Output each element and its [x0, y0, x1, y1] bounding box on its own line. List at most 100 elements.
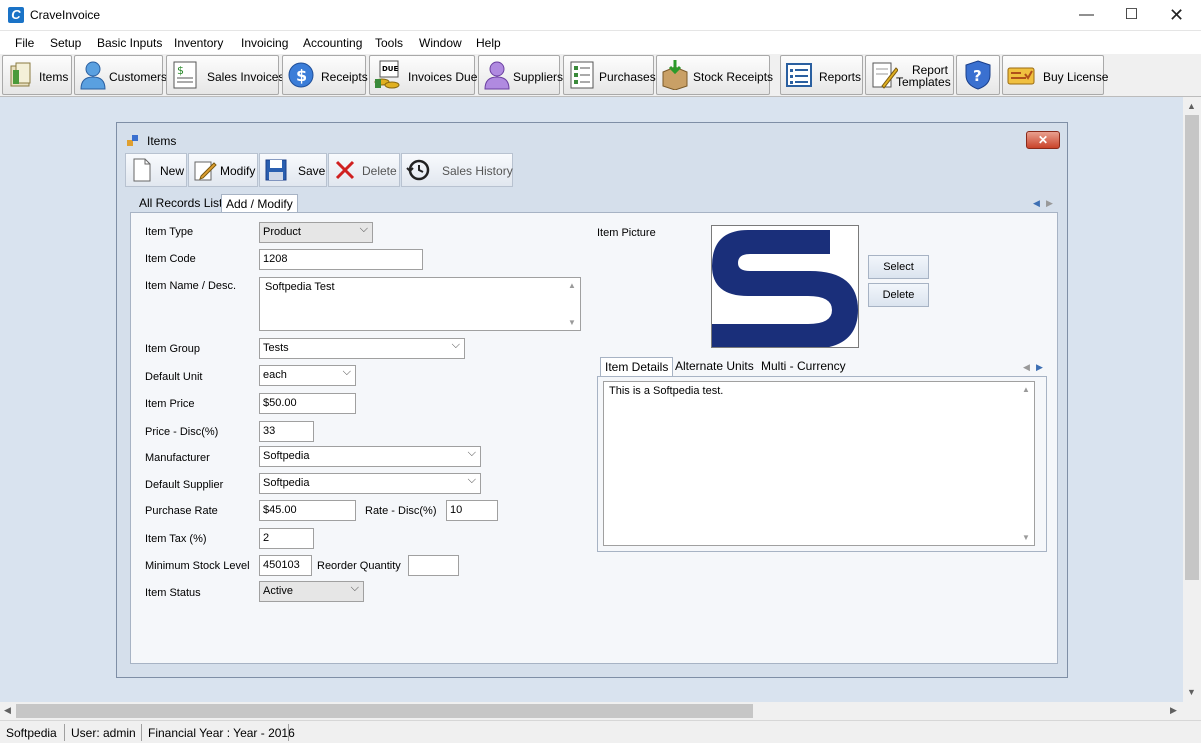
- delete-x-icon: [335, 160, 355, 180]
- item-code-field[interactable]: 1208: [259, 249, 423, 270]
- new-document-icon: [133, 158, 151, 182]
- menu-window[interactable]: Window: [419, 36, 462, 50]
- item-price-field[interactable]: $50.00: [259, 393, 356, 414]
- help-button[interactable]: ?: [956, 55, 1000, 95]
- title-bar: C CraveInvoice — ☐ ✕: [0, 0, 1201, 31]
- status-company: Softpedia: [6, 726, 57, 740]
- item-type-dropdown[interactable]: Product ⌵: [259, 222, 373, 243]
- new-label: New: [160, 164, 185, 178]
- item-status-dropdown[interactable]: Active ⌵: [259, 581, 364, 602]
- save-label: Save: [298, 164, 326, 178]
- menu-basic-inputs[interactable]: Basic Inputs: [97, 36, 162, 50]
- menu-setup[interactable]: Setup: [50, 36, 81, 50]
- maximize-button[interactable]: ☐: [1109, 0, 1154, 30]
- chevron-down-icon: ⌵: [467, 447, 476, 459]
- buy-license-button[interactable]: Buy License: [1002, 55, 1108, 95]
- tab-all-records-list[interactable]: All Records List: [135, 194, 226, 212]
- floppy-disk-icon: [265, 159, 287, 181]
- manufacturer-dropdown[interactable]: Softpedia ⌵: [259, 446, 481, 467]
- item-status-value: Active: [263, 585, 293, 597]
- tab-item-details[interactable]: Item Details: [600, 357, 674, 377]
- invoices-due-button[interactable]: DUE Invoices Due: [369, 55, 477, 95]
- select-picture-button[interactable]: Select: [868, 255, 929, 279]
- purchases-button[interactable]: Purchases: [563, 55, 656, 95]
- customers-label: Customers: [109, 70, 168, 84]
- item-picture-label: Item Picture: [597, 227, 656, 239]
- items-button[interactable]: Items: [2, 55, 72, 95]
- tab-add-modify[interactable]: Add / Modify: [221, 194, 298, 214]
- purchase-rate-field[interactable]: $45.00: [259, 500, 356, 521]
- scroll-up-icon[interactable]: ▲: [568, 281, 576, 290]
- default-supplier-dropdown[interactable]: Softpedia ⌵: [259, 473, 481, 494]
- sales-history-button[interactable]: Sales History: [401, 153, 513, 187]
- suppliers-button[interactable]: Suppliers: [478, 55, 563, 95]
- price-disc-field[interactable]: 33: [259, 421, 314, 442]
- menu-file[interactable]: File: [15, 36, 34, 50]
- scroll-up-icon[interactable]: ▲: [1022, 385, 1030, 394]
- dollar-coin-icon: $: [288, 62, 314, 88]
- menu-invoicing[interactable]: Invoicing: [241, 36, 288, 50]
- items-window-close-button[interactable]: ✕: [1026, 131, 1060, 149]
- scroll-down-icon[interactable]: ▼: [1187, 687, 1196, 697]
- edit-pencil-icon: [194, 161, 217, 181]
- svg-text:$: $: [177, 64, 184, 77]
- reorder-qty-field[interactable]: [408, 555, 459, 576]
- svg-text:$: $: [296, 66, 307, 85]
- delete-picture-button[interactable]: Delete: [868, 283, 929, 307]
- menu-bar: File Setup Basic Inputs Inventory Invoic…: [0, 32, 1201, 54]
- item-group-dropdown[interactable]: Tests ⌵: [259, 338, 465, 359]
- save-button[interactable]: Save: [259, 153, 327, 187]
- scroll-down-icon[interactable]: ▼: [1022, 533, 1030, 542]
- item-name-label: Item Name / Desc.: [145, 280, 237, 292]
- rate-disc-field[interactable]: 10: [446, 500, 498, 521]
- customers-button[interactable]: Customers: [74, 55, 167, 95]
- vertical-scroll-thumb[interactable]: [1185, 115, 1199, 580]
- minimize-button[interactable]: —: [1064, 0, 1109, 30]
- item-group-label: Item Group: [145, 343, 201, 355]
- menu-accounting[interactable]: Accounting: [303, 36, 362, 50]
- vertical-scrollbar[interactable]: ▲ ▼: [1183, 97, 1201, 702]
- item-details-scrollbar[interactable]: ▲ ▼: [1018, 382, 1034, 545]
- tab-scroll-right-icon[interactable]: ▶: [1046, 198, 1053, 209]
- chevron-down-icon: ⌵: [359, 223, 368, 235]
- history-clock-icon: [406, 159, 430, 181]
- item-name-scrollbar[interactable]: ▲ ▼: [564, 278, 580, 330]
- item-name-field[interactable]: Softpedia Test ▲ ▼: [259, 277, 581, 331]
- tab-scroll-left-icon[interactable]: ◀: [1033, 198, 1040, 209]
- receipts-button[interactable]: $ Receipts: [282, 55, 368, 95]
- min-stock-label: Minimum Stock Level: [145, 560, 250, 572]
- scroll-up-icon[interactable]: ▲: [1187, 101, 1196, 111]
- item-details-field[interactable]: This is a Softpedia test. ▲ ▼: [603, 381, 1035, 546]
- tab-alternate-units[interactable]: Alternate Units: [671, 357, 758, 375]
- min-stock-field[interactable]: 450103: [259, 555, 312, 576]
- sales-invoices-button[interactable]: $ Sales Invoices: [166, 55, 284, 95]
- menu-tools[interactable]: Tools: [375, 36, 403, 50]
- items-window-title: Items: [147, 134, 177, 148]
- close-button[interactable]: ✕: [1154, 0, 1199, 30]
- menu-inventory[interactable]: Inventory: [174, 36, 223, 50]
- price-disc-label: Price - Disc(%): [145, 426, 219, 438]
- stock-receipts-button[interactable]: Stock Receipts: [656, 55, 773, 95]
- scroll-right-icon[interactable]: ▶: [1170, 705, 1177, 716]
- delete-button[interactable]: Delete: [328, 153, 400, 187]
- receipts-label: Receipts: [321, 70, 368, 84]
- new-button[interactable]: New: [125, 153, 187, 187]
- modify-button[interactable]: Modify: [188, 153, 258, 187]
- report-templates-button[interactable]: Report Templates: [865, 55, 954, 95]
- detail-tab-right-icon[interactable]: ▶: [1036, 362, 1043, 373]
- scroll-left-icon[interactable]: ◀: [4, 705, 11, 716]
- reports-button[interactable]: Reports: [780, 55, 863, 95]
- customer-icon: [80, 61, 106, 90]
- invoice-dollar-icon: $: [173, 61, 197, 89]
- purchases-label: Purchases: [599, 70, 656, 84]
- supplier-icon: [484, 61, 510, 90]
- horizontal-scroll-thumb[interactable]: [16, 704, 753, 718]
- scroll-down-icon[interactable]: ▼: [568, 318, 576, 327]
- horizontal-scrollbar[interactable]: ◀ ▶: [0, 702, 1183, 720]
- item-tax-field[interactable]: 2: [259, 528, 314, 549]
- chevron-down-icon: ⌵: [350, 582, 359, 594]
- menu-help[interactable]: Help: [476, 36, 501, 50]
- detail-tab-left-icon[interactable]: ◀: [1023, 362, 1030, 373]
- tab-multi-currency[interactable]: Multi - Currency: [757, 357, 850, 375]
- default-unit-dropdown[interactable]: each ⌵: [259, 365, 356, 386]
